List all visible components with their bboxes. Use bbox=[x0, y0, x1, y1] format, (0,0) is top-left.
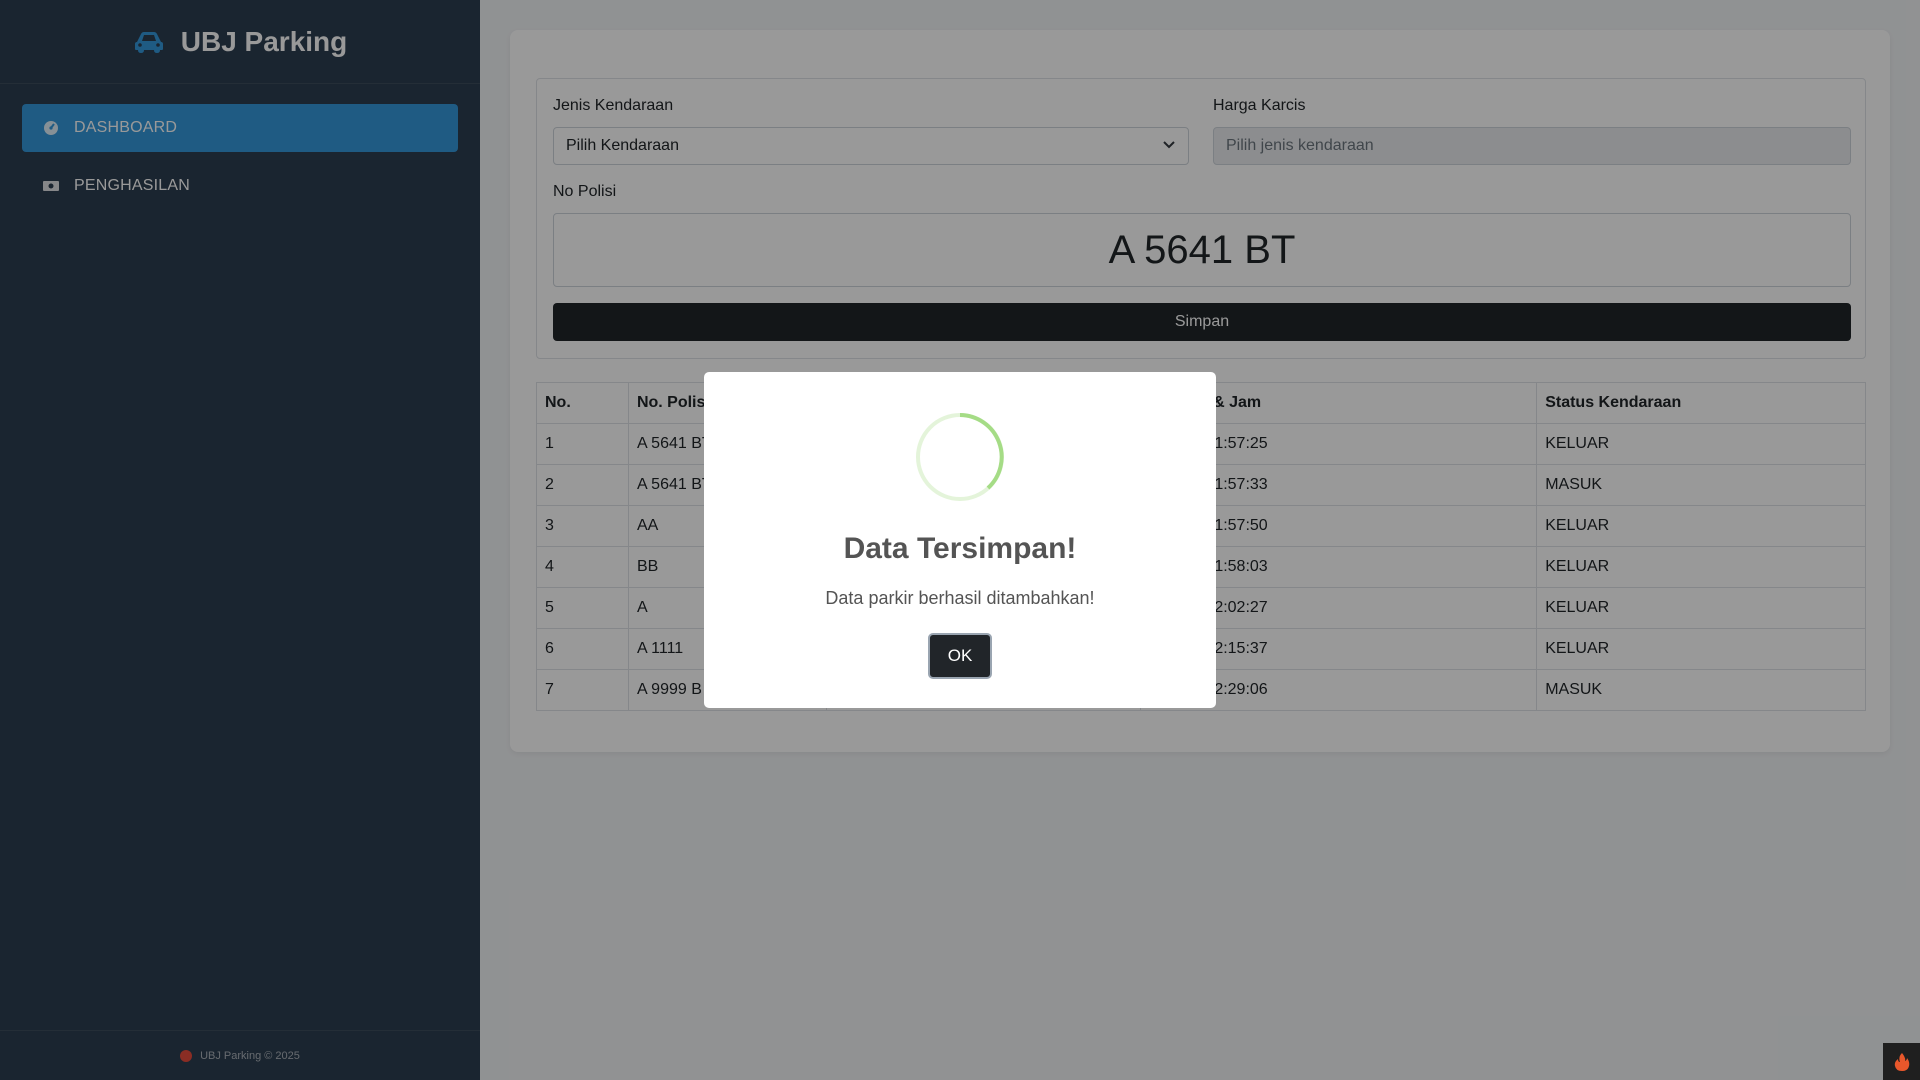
success-dialog: Data Tersimpan! Data parkir berhasil dit… bbox=[704, 372, 1216, 708]
fire-icon[interactable] bbox=[1883, 1043, 1920, 1080]
success-spinner-icon bbox=[915, 412, 1005, 502]
ok-button[interactable]: OK bbox=[927, 633, 993, 679]
dialog-title: Data Tersimpan! bbox=[843, 532, 1077, 565]
dialog-message: Data parkir berhasil ditambahkan! bbox=[825, 588, 1095, 608]
